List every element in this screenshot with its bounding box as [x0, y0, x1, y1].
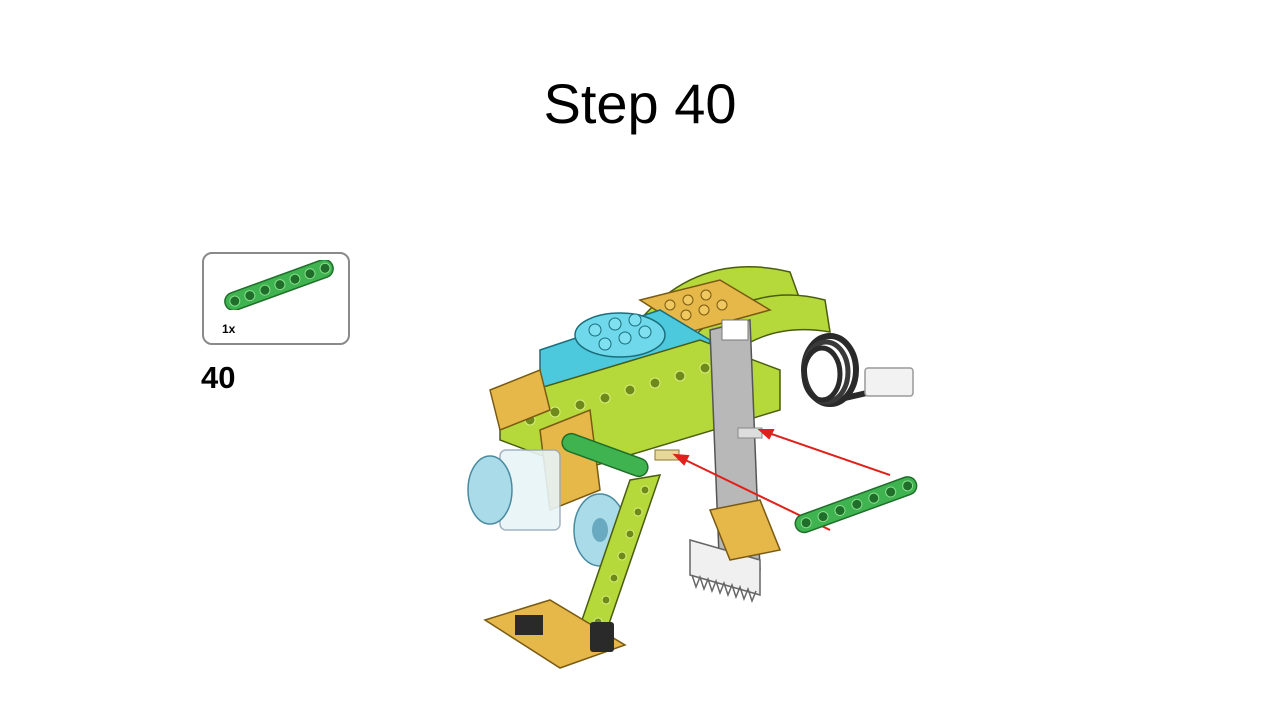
green-beam-7-icon [224, 260, 334, 310]
part-quantity: 1x [222, 322, 236, 336]
page-title: Step 40 [543, 72, 737, 135]
cable-coil-icon [801, 333, 914, 407]
parts-callout: 1x [202, 252, 350, 345]
insertion-arrows [672, 429, 891, 531]
step-number: 40 [201, 360, 236, 395]
green-beam-7-icon [794, 476, 918, 534]
lego-walking-robot-model-icon [467, 266, 918, 669]
